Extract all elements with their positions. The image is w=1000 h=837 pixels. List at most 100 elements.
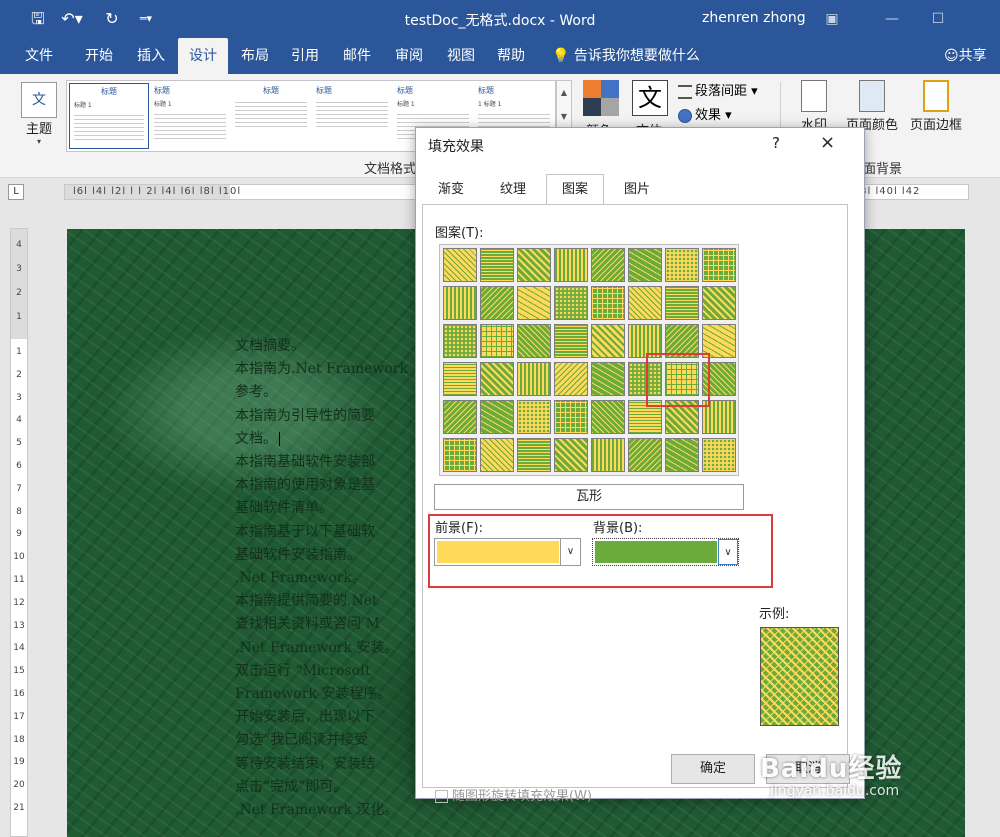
- pattern-swatch[interactable]: [665, 324, 699, 358]
- pattern-swatch[interactable]: [665, 362, 699, 396]
- vertical-ruler[interactable]: 4 3 2 1 123 456 789 10 11 12 13 14 15 16 17 18…: [10, 228, 28, 837]
- pattern-swatch[interactable]: [480, 324, 514, 358]
- pattern-grid: [439, 244, 739, 476]
- foreground-label: 前景(F):: [435, 521, 484, 536]
- pattern-swatch[interactable]: [591, 438, 625, 472]
- colors-button[interactable]: [583, 80, 619, 116]
- pattern-swatch[interactable]: [480, 362, 514, 396]
- page-color-button[interactable]: 页面颜色: [838, 80, 906, 133]
- pattern-swatch[interactable]: [665, 438, 699, 472]
- pattern-swatch[interactable]: [443, 362, 477, 396]
- pattern-swatch[interactable]: [591, 286, 625, 320]
- tab-gradient[interactable]: 渐变: [422, 178, 480, 204]
- rotate-with-shape-checkbox[interactable]: 随图形旋转填充效果(W): [435, 785, 592, 804]
- pattern-swatch[interactable]: [702, 286, 736, 320]
- scroll-down-icon[interactable]: ▼: [557, 105, 571, 129]
- pattern-swatch[interactable]: [443, 286, 477, 320]
- pattern-swatch[interactable]: [628, 324, 662, 358]
- effects-button[interactable]: 效果 ▾: [678, 104, 732, 123]
- pattern-swatch[interactable]: [628, 362, 662, 396]
- maximize-icon[interactable]: ☐: [918, 6, 958, 32]
- pattern-swatch[interactable]: [591, 400, 625, 434]
- pattern-swatch[interactable]: [554, 248, 588, 282]
- pattern-swatch[interactable]: [628, 248, 662, 282]
- chevron-down-icon[interactable]: ∨: [560, 539, 580, 565]
- pattern-swatch[interactable]: [554, 286, 588, 320]
- themes-icon: 文: [21, 82, 57, 118]
- pattern-swatch[interactable]: [628, 438, 662, 472]
- close-icon[interactable]: ×: [820, 132, 835, 153]
- ribbon-display-icon[interactable]: ▣: [812, 6, 852, 32]
- pattern-swatch[interactable]: [554, 362, 588, 396]
- pattern-swatch[interactable]: [554, 438, 588, 472]
- tab-home[interactable]: 开始: [74, 38, 124, 74]
- pattern-swatch[interactable]: [480, 400, 514, 434]
- pattern-swatch[interactable]: [443, 400, 477, 434]
- pattern-swatch[interactable]: [517, 286, 551, 320]
- pattern-swatch[interactable]: [665, 248, 699, 282]
- pattern-swatch[interactable]: [443, 438, 477, 472]
- pattern-swatch[interactable]: [591, 362, 625, 396]
- pattern-swatch[interactable]: [628, 286, 662, 320]
- tab-review[interactable]: 审阅: [384, 38, 434, 74]
- share-label: 共享: [958, 48, 987, 64]
- effects-icon: [678, 108, 692, 123]
- tab-pattern[interactable]: 图案: [546, 174, 604, 205]
- pattern-swatch[interactable]: [665, 286, 699, 320]
- pattern-swatch[interactable]: [702, 248, 736, 282]
- pattern-swatch[interactable]: [517, 400, 551, 434]
- pattern-swatch[interactable]: [665, 400, 699, 434]
- pattern-swatch[interactable]: [554, 324, 588, 358]
- pattern-swatch[interactable]: [591, 248, 625, 282]
- style-set-thumb[interactable]: 标题: [312, 83, 392, 149]
- tab-texture[interactable]: 纹理: [484, 178, 542, 204]
- pattern-swatch[interactable]: [480, 286, 514, 320]
- background-color-select[interactable]: ∨: [592, 538, 739, 566]
- share-button[interactable]: ☺共享: [944, 38, 987, 74]
- tab-picture[interactable]: 图片: [608, 178, 666, 204]
- page-borders-button[interactable]: 页面边框: [902, 80, 970, 133]
- pattern-swatch[interactable]: [480, 248, 514, 282]
- pattern-swatch[interactable]: [702, 438, 736, 472]
- checkbox-icon[interactable]: [435, 790, 448, 803]
- tab-mailings[interactable]: 邮件: [332, 38, 382, 74]
- tab-references[interactable]: 引用: [280, 38, 330, 74]
- tab-design[interactable]: 设计: [178, 38, 228, 74]
- tell-me-search[interactable]: 💡 告诉我你想要做什么: [552, 38, 700, 74]
- help-icon[interactable]: ?: [772, 134, 780, 152]
- tab-layout[interactable]: 布局: [230, 38, 280, 74]
- pattern-swatch[interactable]: [517, 362, 551, 396]
- tab-help[interactable]: 帮助: [486, 38, 536, 74]
- pattern-swatch[interactable]: [702, 324, 736, 358]
- tab-insert[interactable]: 插入: [126, 38, 176, 74]
- minimize-icon[interactable]: —: [872, 6, 912, 32]
- pattern-swatch[interactable]: [702, 362, 736, 396]
- pattern-swatch[interactable]: [443, 248, 477, 282]
- foreground-color-select[interactable]: ∨: [434, 538, 581, 566]
- user-name[interactable]: zhenren zhong: [702, 10, 806, 26]
- pattern-swatch[interactable]: [517, 438, 551, 472]
- ok-button[interactable]: 确定: [671, 754, 755, 784]
- pattern-swatch[interactable]: [517, 248, 551, 282]
- fonts-button[interactable]: 文: [632, 80, 668, 116]
- pattern-swatch[interactable]: [443, 324, 477, 358]
- paragraph-spacing-button[interactable]: 段落间距 ▾: [678, 80, 758, 99]
- title-bar: 🖫 ↶▾ ↻ ═▾ testDoc_无格式.docx - Word zhenre…: [0, 0, 1000, 38]
- chevron-down-icon[interactable]: ∨: [718, 539, 738, 565]
- watermark-logo: Baidu经验: [760, 754, 903, 784]
- tab-file[interactable]: 文件: [14, 38, 64, 74]
- style-set-thumb[interactable]: 标题 标题 1: [150, 83, 230, 149]
- scroll-up-icon[interactable]: ▲: [557, 81, 571, 105]
- pattern-swatch[interactable]: [480, 438, 514, 472]
- pattern-swatch[interactable]: [628, 400, 662, 434]
- tab-selector[interactable]: L: [8, 184, 24, 200]
- pattern-swatch[interactable]: [591, 324, 625, 358]
- pattern-swatch[interactable]: [702, 400, 736, 434]
- style-set-thumb[interactable]: 标题 标题 1: [69, 83, 149, 149]
- tab-view[interactable]: 视图: [436, 38, 486, 74]
- pattern-swatch[interactable]: [517, 324, 551, 358]
- style-set-thumb[interactable]: 标题: [231, 83, 311, 149]
- themes-button[interactable]: 文 主题 ▾: [14, 82, 64, 162]
- pattern-swatch[interactable]: [554, 400, 588, 434]
- watermark-button[interactable]: 水印: [786, 80, 842, 133]
